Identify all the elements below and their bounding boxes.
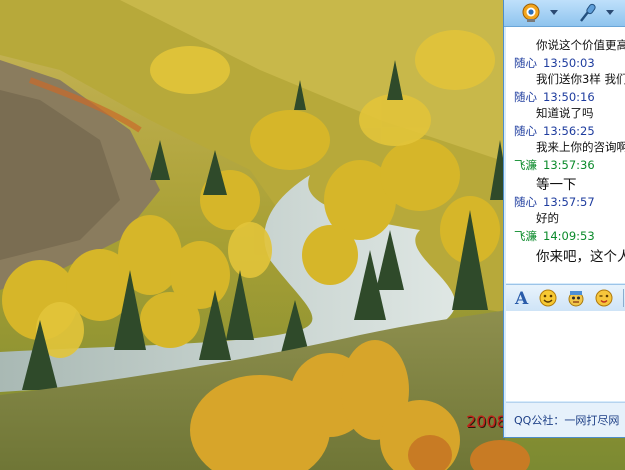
message-header: 随心 13:50:16 <box>514 89 595 105</box>
message-time: 13:57:36 <box>543 158 595 172</box>
message-sender: 飞濂 <box>514 158 537 172</box>
notice-link[interactable]: 一网打尽网 <box>564 414 619 427</box>
message-time: 14:09:53 <box>543 229 595 243</box>
message-time: 13:56:25 <box>543 124 595 138</box>
message-header: 飞濂 13:57:36 <box>514 157 595 173</box>
font-icon[interactable]: A <box>512 288 532 308</box>
message-time: 13:50:16 <box>543 90 595 104</box>
chat-toolbar <box>504 0 625 27</box>
message-sender: 飞濂 <box>514 229 537 243</box>
qq-community-notice[interactable]: QQ公社：一网打尽网 <box>506 402 625 437</box>
message-sender: 随心 <box>514 195 537 209</box>
svg-text:A: A <box>514 289 529 308</box>
chevron-down-icon[interactable] <box>550 10 558 15</box>
message-header: 随心 13:56:25 <box>514 123 595 139</box>
qq-chat-window[interactable]: 你说这个价值更高 随心 13:50:03 我们送你3样 我们 随心 13:50:16… <box>503 0 625 438</box>
webcam-icon <box>522 3 540 22</box>
toolbar-divider <box>623 289 624 307</box>
message-sender: 随心 <box>514 56 537 70</box>
message-header: 随心 13:50:03 <box>514 55 595 71</box>
smiley-icon[interactable] <box>538 288 558 308</box>
message-text: 知道说了吗 <box>536 106 594 120</box>
message-time: 13:57:57 <box>543 195 595 209</box>
message-text: 我们送你3样 我们 <box>536 72 625 86</box>
message-header: 飞濂 14:09:53 <box>514 228 595 244</box>
format-toolbar: A <box>506 284 625 312</box>
message-text: 你来吧，这个人 <box>536 249 625 265</box>
voice-call-button[interactable] <box>566 2 616 24</box>
chevron-down-icon[interactable] <box>606 10 614 15</box>
chat-history[interactable]: 你说这个价值更高 随心 13:50:03 我们送你3样 我们 随心 13:50:16… <box>506 27 625 283</box>
wink-face-icon[interactable] <box>594 288 614 308</box>
microphone-icon <box>580 3 596 22</box>
magic-face-icon[interactable] <box>566 288 586 308</box>
message-time: 13:50:03 <box>543 56 595 70</box>
message-sender: 随心 <box>514 124 537 138</box>
notice-text[interactable]: QQ公社：一网打尽网 <box>514 412 619 428</box>
photo-watermark: 2008 <box>466 412 507 431</box>
message-text: 好的 <box>536 211 559 225</box>
video-call-button[interactable] <box>510 2 560 24</box>
message-header: 随心 13:57:57 <box>514 194 595 210</box>
notice-label: QQ公社： <box>514 414 565 427</box>
message-text: 等一下 <box>536 177 577 193</box>
message-sender: 随心 <box>514 90 537 104</box>
message-text: 你说这个价值更高 <box>536 38 625 52</box>
message-input[interactable] <box>506 311 625 401</box>
message-text: 我来上你的咨询啊 <box>536 140 625 154</box>
